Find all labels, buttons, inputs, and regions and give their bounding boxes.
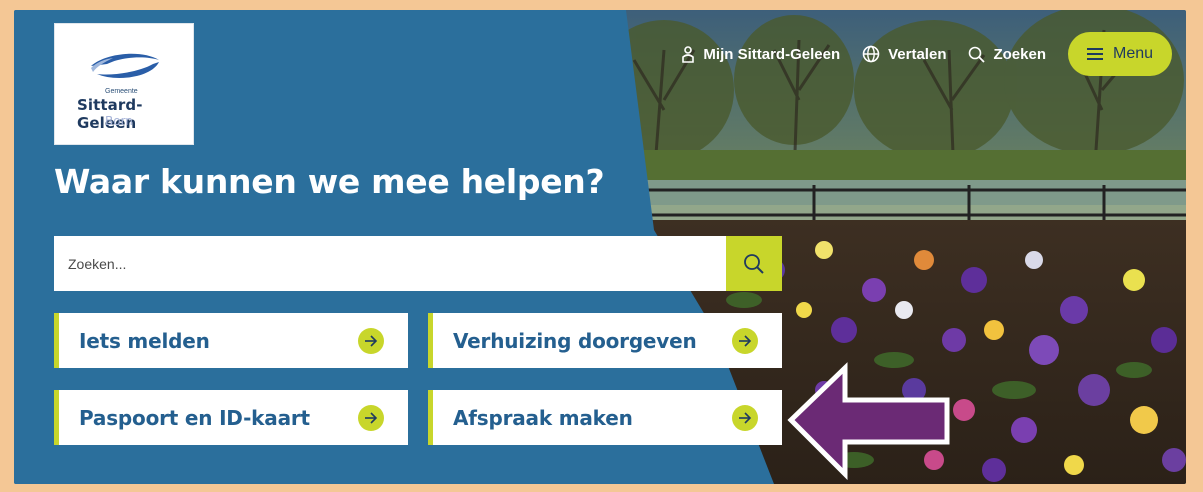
tile-verhuizing-doorgeven[interactable]: Verhuizing doorgeven (428, 313, 782, 368)
top-navigation: Mijn Sittard-Geleen Vertalen Zoeken Menu (681, 32, 1172, 76)
annotation-arrow-icon (787, 362, 950, 480)
nav-zoeken[interactable]: Zoeken (968, 46, 1046, 63)
tile-paspoort-en-id-kaart[interactable]: Paspoort en ID-kaart (54, 390, 408, 445)
user-icon (681, 45, 695, 63)
search-bar (54, 236, 782, 291)
arrow-right-icon (358, 327, 384, 354)
tile-label: Verhuizing doorgeven (453, 328, 697, 353)
search-button[interactable] (726, 236, 782, 291)
site-logo[interactable]: Gemeente Sittard-Geleen Born (54, 23, 194, 145)
menu-label: Menu (1112, 45, 1154, 62)
nav-label: Zoeken (993, 45, 1046, 63)
nav-mijn-sittard-geleen[interactable]: Mijn Sittard-Geleen (681, 45, 840, 63)
logo-sub: Born (105, 114, 133, 128)
globe-icon (862, 45, 880, 63)
nav-vertalen[interactable]: Vertalen (862, 45, 946, 63)
menu-button[interactable]: Menu (1068, 32, 1172, 76)
tile-label: Iets melden (79, 328, 210, 353)
search-input[interactable] (54, 236, 726, 291)
tile-label: Afspraak maken (453, 405, 633, 430)
search-icon (743, 253, 765, 275)
page-title: Waar kunnen we mee helpen? (54, 162, 605, 201)
logo-name: Sittard-Geleen (77, 96, 143, 132)
hamburger-icon (1086, 48, 1103, 60)
arrow-right-icon (358, 404, 384, 431)
nav-label: Mijn Sittard-Geleen (703, 45, 841, 63)
arrow-right-icon (732, 327, 758, 354)
search-icon (968, 46, 986, 63)
page-frame: Gemeente Sittard-Geleen Born Mijn Sittar… (14, 10, 1186, 484)
logo-small-text: Gemeente (105, 88, 138, 95)
logo-swoosh-icon (91, 53, 159, 78)
tile-afspraak-maken[interactable]: Afspraak maken (428, 390, 782, 445)
tile-iets-melden[interactable]: Iets melden (54, 313, 408, 368)
arrow-right-icon (732, 404, 758, 431)
nav-label: Vertalen (888, 45, 947, 63)
tile-label: Paspoort en ID-kaart (79, 405, 310, 430)
